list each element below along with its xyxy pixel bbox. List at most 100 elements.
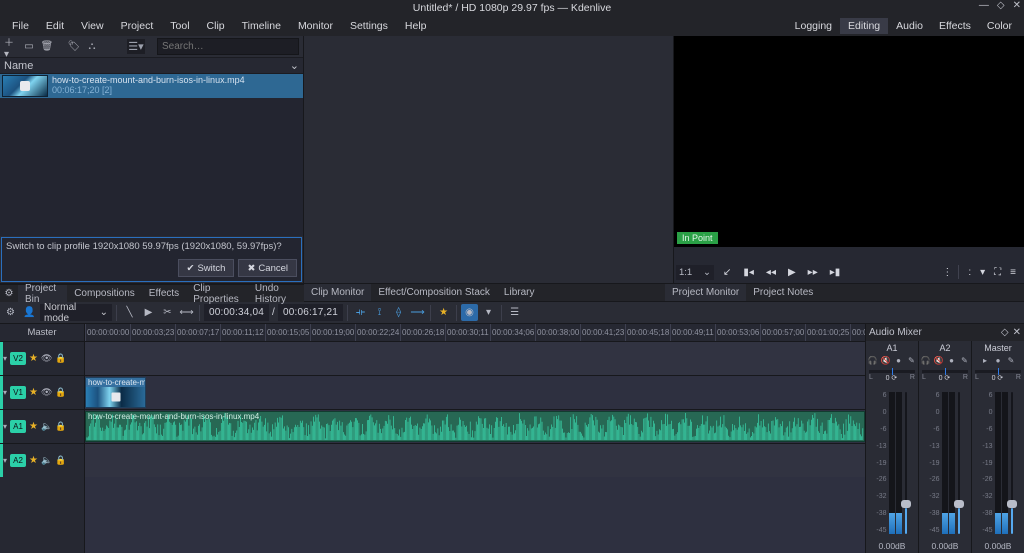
minimize-icon[interactable]: — <box>979 0 989 11</box>
track-head-a1[interactable]: ▾A1★🔈🔒 <box>0 410 85 443</box>
collapse-icon[interactable]: ▾ <box>3 388 7 397</box>
star-icon[interactable]: ★ <box>29 421 38 432</box>
close-icon[interactable]: ✕ <box>1013 0 1021 11</box>
folder-icon[interactable]: ▭ <box>22 40 36 54</box>
menu-icon[interactable]: ≡ <box>1007 266 1019 279</box>
rec-icon[interactable]: ✎ <box>1006 355 1016 365</box>
audio-clip[interactable]: how-to-create-mount-and-burn-isos-in-lin… <box>85 411 865 442</box>
tab-effect-composition-stack[interactable]: Effect/Composition Stack <box>371 284 497 301</box>
track-head-v2[interactable]: ▾V2★👁🔒 <box>0 342 85 375</box>
pan-control[interactable]: L0 ⟳R <box>919 369 971 387</box>
fullscreen-icon[interactable]: ⛶ <box>991 266 1004 279</box>
delete-icon[interactable]: 🗑 <box>40 40 54 54</box>
star-icon[interactable]: ★ <box>29 455 38 466</box>
play-icon[interactable]: ▶ <box>785 266 799 279</box>
pane-gear-icon[interactable]: ⚙ <box>0 285 18 302</box>
mix-icon[interactable]: ⟛ <box>352 304 369 321</box>
tab-clip-properties[interactable]: Clip Properties <box>186 285 248 302</box>
workspace-tab-audio[interactable]: Audio <box>888 18 931 34</box>
solo-icon[interactable]: ● <box>894 355 904 365</box>
fader[interactable] <box>903 392 909 534</box>
view-mode-icon[interactable]: ☰▾ <box>127 39 145 54</box>
menu-view[interactable]: View <box>73 18 112 34</box>
db-value[interactable]: 0.00dB <box>919 539 971 553</box>
next-icon[interactable]: ▸▮ <box>827 266 844 279</box>
tab-compositions[interactable]: Compositions <box>67 285 142 302</box>
track-menu-icon[interactable]: 👤 <box>21 304 38 321</box>
tag-icon[interactable]: 🏷 <box>67 40 81 54</box>
add-clip-icon[interactable]: ＋▾ <box>4 40 18 54</box>
workspace-tab-effects[interactable]: Effects <box>931 18 979 34</box>
project-monitor[interactable]: In Point <box>674 36 1024 247</box>
track-head-a2[interactable]: ▾A2★🔈🔒 <box>0 444 85 477</box>
menu-settings[interactable]: Settings <box>342 18 396 34</box>
star-icon[interactable]: ★ <box>29 387 38 398</box>
lock-icon[interactable]: 🔒 <box>55 421 66 432</box>
rec-icon[interactable]: ✎ <box>960 355 970 365</box>
tab-undo-history[interactable]: Undo History <box>248 285 304 302</box>
lock-icon[interactable]: 🔒 <box>55 353 66 364</box>
mixer-float-icon[interactable]: ◇ <box>1001 327 1009 338</box>
collapse-icon[interactable]: ▾ <box>3 456 7 465</box>
bin-column-header[interactable]: Name ⌄ <box>0 58 303 74</box>
master-label[interactable]: Master <box>0 324 85 341</box>
track-body-a2[interactable] <box>85 444 865 477</box>
fader[interactable] <box>956 392 962 534</box>
lock-icon[interactable]: 🔒 <box>55 455 66 466</box>
db-value[interactable]: 0.00dB <box>972 539 1024 553</box>
mixer-close-icon[interactable]: ✕ <box>1013 327 1021 338</box>
switch-button[interactable]: ✔Switch <box>178 259 235 277</box>
workspace-tab-editing[interactable]: Editing <box>840 18 888 34</box>
edit-mode-icon[interactable]: ↙ <box>720 266 734 279</box>
filter-icon[interactable]: ⛬ <box>85 40 99 54</box>
tab-project-monitor[interactable]: Project Monitor <box>665 284 746 301</box>
preview-menu-icon[interactable]: ▾ <box>480 304 497 321</box>
zone-in-icon[interactable]: ⟟ <box>371 304 388 321</box>
menu-edit[interactable]: Edit <box>38 18 72 34</box>
audio-icon[interactable]: 🔈 <box>41 455 52 466</box>
spacer-tool-icon[interactable]: ⟷ <box>178 304 195 321</box>
favorite-icon[interactable]: ★ <box>435 304 452 321</box>
track-head-v1[interactable]: ▾V1★👁🔒 <box>0 376 85 409</box>
razor-tool-icon[interactable]: ✂ <box>159 304 176 321</box>
solo-icon[interactable]: ● <box>993 355 1003 365</box>
menu-timeline[interactable]: Timeline <box>234 18 289 34</box>
overwrite-icon[interactable]: ⟶ <box>409 304 426 321</box>
timecode-position[interactable]: 00:00:34,04 <box>204 304 269 321</box>
select-tool-icon[interactable]: ╲ <box>121 304 138 321</box>
gear-icon[interactable]: ⚙ <box>2 304 19 321</box>
audio-icon[interactable]: 🔈 <box>41 421 52 432</box>
tab-library[interactable]: Library <box>497 284 542 301</box>
mute-icon[interactable]: 🔇 <box>934 355 944 365</box>
track-body-v2[interactable] <box>85 342 865 375</box>
db-value[interactable]: 0.00dB <box>866 539 918 553</box>
timeline-ruler[interactable]: 00:00:00:0000:00:03;2300:00:07;1700:00:1… <box>85 324 865 341</box>
solo-icon[interactable]: ● <box>947 355 957 365</box>
cancel-button[interactable]: ✖Cancel <box>238 259 297 277</box>
headphone-icon[interactable]: 🎧 <box>921 355 931 365</box>
menu-help[interactable]: Help <box>397 18 435 34</box>
rec-icon[interactable]: ✎ <box>907 355 917 365</box>
workspace-tab-color[interactable]: Color <box>979 18 1020 34</box>
timeline-menu-icon[interactable]: ☰ <box>506 304 523 321</box>
menu-file[interactable]: File <box>4 18 37 34</box>
maximize-icon[interactable]: ◇ <box>997 0 1005 11</box>
tab-project-notes[interactable]: Project Notes <box>746 284 820 301</box>
preview-render-icon[interactable]: ◉ <box>461 304 478 321</box>
rewind-icon[interactable]: ◂◂ <box>763 266 779 279</box>
tab-effects[interactable]: Effects <box>142 285 186 302</box>
tab-project-bin[interactable]: Project Bin <box>18 285 67 302</box>
collapse-icon[interactable]: ▾ <box>3 422 7 431</box>
star-icon[interactable]: ★ <box>29 353 38 364</box>
edit-mode-select[interactable]: Normal mode⌄ <box>40 304 112 321</box>
monitor-scale[interactable]: 1:1⌄ <box>676 265 714 280</box>
cursor-tool-icon[interactable]: ▶ <box>140 304 157 321</box>
video-clip[interactable]: how-to-create-mount-and-burn-isos-in-lin… <box>85 377 146 408</box>
headphone-icon[interactable]: 🎧 <box>868 355 878 365</box>
bin-item[interactable]: how-to-create-mount-and-burn-isos-in-lin… <box>0 74 303 98</box>
search-input[interactable] <box>157 38 299 55</box>
zone-tool-icon[interactable]: ⋮ <box>939 266 955 279</box>
fader[interactable] <box>1009 392 1015 534</box>
monitor-ruler[interactable] <box>674 247 1024 261</box>
tab-clip-monitor[interactable]: Clip Monitor <box>304 284 371 301</box>
